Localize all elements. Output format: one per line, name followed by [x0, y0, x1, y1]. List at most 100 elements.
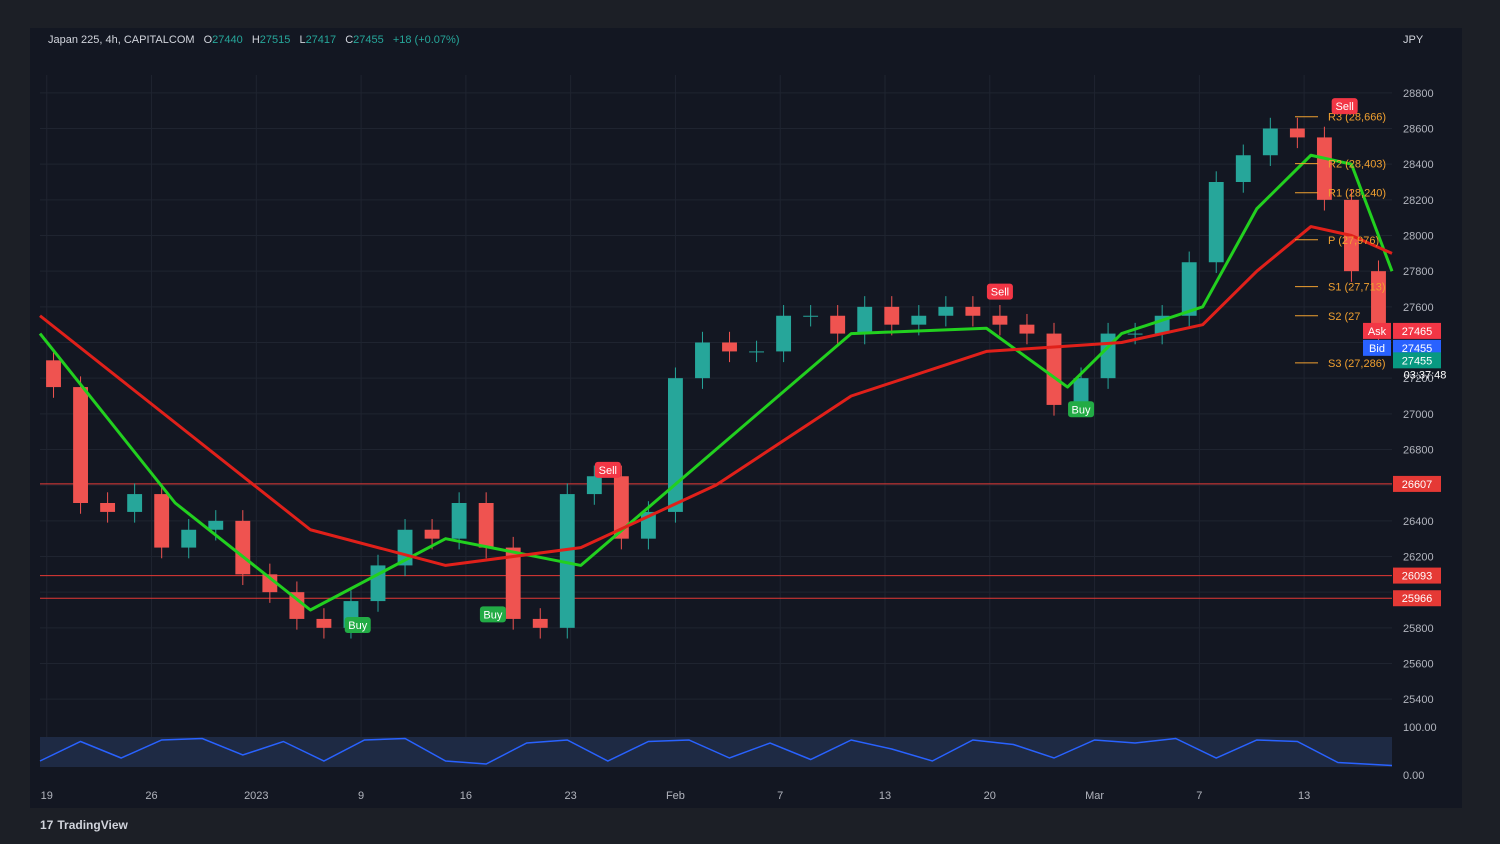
- signal-label: Sell: [991, 287, 1009, 299]
- price-tag: Ask 27465: [1363, 322, 1441, 339]
- y-tick-label: 26200: [1403, 552, 1434, 564]
- candle-body: [1046, 333, 1062, 405]
- level-tag-label: 26607: [1402, 479, 1433, 491]
- y-tick-label: 28600: [1403, 124, 1434, 136]
- candle-body: [1262, 128, 1278, 156]
- candle-body: [127, 494, 143, 512]
- level-tag-label: 25966: [1402, 593, 1433, 605]
- candle-body: [992, 315, 1008, 325]
- candle-body: [1181, 262, 1197, 316]
- open-value: 27440: [212, 34, 243, 46]
- pivot-label: R1 (28,240): [1328, 188, 1386, 200]
- candle-body: [1073, 378, 1089, 405]
- pivot-label: S1 (27,713): [1328, 282, 1385, 294]
- x-tick-label: 2023: [244, 790, 268, 802]
- candle-body: [451, 503, 467, 539]
- x-tick-label: 19: [41, 790, 53, 802]
- symbol-legend: Japan 225, 4h, CAPITALCOM O27440 H27515 …: [48, 34, 459, 46]
- x-tick-label: 13: [879, 790, 891, 802]
- x-tick-label: Feb: [666, 790, 685, 802]
- candle-body: [857, 306, 873, 334]
- candle-body: [938, 306, 954, 316]
- signal-buy: Buy: [479, 606, 506, 623]
- y-tick-label: 26800: [1403, 445, 1434, 457]
- candle-body: [316, 618, 332, 628]
- signal-label: Buy: [348, 620, 367, 632]
- level-tag: 26093: [1393, 567, 1441, 584]
- x-tick-label: Mar: [1085, 790, 1104, 802]
- candle-body: [1019, 324, 1035, 334]
- price-tag-value: 27465: [1402, 326, 1433, 338]
- candle-body: [154, 494, 170, 548]
- y-tick-label: 28800: [1403, 88, 1434, 100]
- x-tick-label: 20: [984, 790, 996, 802]
- candle-body: [235, 520, 251, 575]
- candle-body: [532, 618, 548, 628]
- symbol-title: Japan 225, 4h, CAPITALCOM: [48, 34, 195, 46]
- candle-body: [695, 342, 710, 379]
- price-tag-value: 27455: [1402, 355, 1433, 367]
- candle-body: [911, 315, 927, 325]
- chart-frame: 25400 25600 25800 26200 26400 26800 27000 27200…: [0, 0, 1500, 844]
- x-tick-label: 9: [358, 790, 364, 802]
- candle-body: [181, 529, 197, 548]
- pivot-label: P (27,976): [1328, 235, 1379, 247]
- candle-body: [586, 476, 602, 495]
- open-label: O: [203, 34, 213, 46]
- chart-canvas[interactable]: 2540025600258002620026400268002700027200…: [0, 0, 1500, 844]
- candle-body: [208, 520, 224, 530]
- y-tick-label: 26400: [1403, 516, 1434, 528]
- candle-body: [749, 351, 764, 353]
- candle-body: [1208, 182, 1224, 263]
- candle-body: [100, 503, 116, 512]
- tradingview-icon: 17: [40, 818, 54, 832]
- y-tick-label: 27600: [1403, 302, 1434, 314]
- candle-body: [722, 342, 737, 352]
- y-tick-label: 25400: [1403, 694, 1434, 706]
- signal-label: Buy: [483, 609, 502, 621]
- high-label: H: [251, 34, 260, 46]
- candle-body: [1289, 128, 1305, 138]
- y-tick-label: 27000: [1403, 409, 1434, 421]
- x-tick-label: 26: [145, 790, 157, 802]
- countdown-label: 03:37:48: [1404, 369, 1447, 381]
- signal-buy: Buy: [344, 617, 371, 634]
- pivot-label: S2 (27: [1328, 311, 1360, 323]
- level-tag-label: 26093: [1402, 571, 1433, 583]
- signal-sell: Sell: [986, 283, 1013, 300]
- brand-label: TradingView: [57, 818, 128, 832]
- level-tag: 26607: [1393, 475, 1441, 492]
- y-tick-label: 28200: [1403, 195, 1434, 207]
- candle-body: [46, 360, 61, 388]
- tradingview-logo[interactable]: 17 TradingView: [40, 818, 128, 832]
- x-tick-label: 7: [777, 790, 783, 802]
- y-tick-label: 28400: [1403, 159, 1434, 171]
- close-value: 27455: [353, 34, 384, 46]
- change-value: +18 (+0.07%): [392, 34, 460, 46]
- y-tick-label: 25800: [1403, 623, 1434, 635]
- candle-body: [478, 503, 494, 548]
- x-tick-label: 13: [1298, 790, 1310, 802]
- low-value: 27417: [305, 34, 337, 46]
- x-tick-label: 16: [460, 790, 472, 802]
- candle-body: [803, 315, 819, 317]
- high-value: 27515: [259, 34, 291, 46]
- level-tag: 25966: [1393, 590, 1441, 607]
- signal-buy: Buy: [1068, 401, 1095, 418]
- candle-body: [884, 306, 900, 325]
- price-tag-label: Bid: [1369, 343, 1385, 355]
- y-tick-label: 25600: [1403, 659, 1434, 671]
- signal-sell: Sell: [1331, 98, 1358, 115]
- y-tick-label: 28000: [1403, 231, 1434, 243]
- pivot-label: R2 (28,403): [1328, 159, 1386, 171]
- candle-body: [830, 315, 846, 334]
- price-tag-label: Ask: [1368, 326, 1387, 338]
- currency-label: JPY: [1403, 34, 1424, 46]
- price-tag: 27455: [1393, 352, 1441, 369]
- x-tick-label: 23: [565, 790, 577, 802]
- candle-body: [1127, 333, 1143, 335]
- osc-tick-label: 100.00: [1403, 722, 1437, 734]
- candle-body: [73, 387, 88, 503]
- candle-body: [668, 378, 683, 512]
- signal-label: Sell: [1336, 101, 1354, 113]
